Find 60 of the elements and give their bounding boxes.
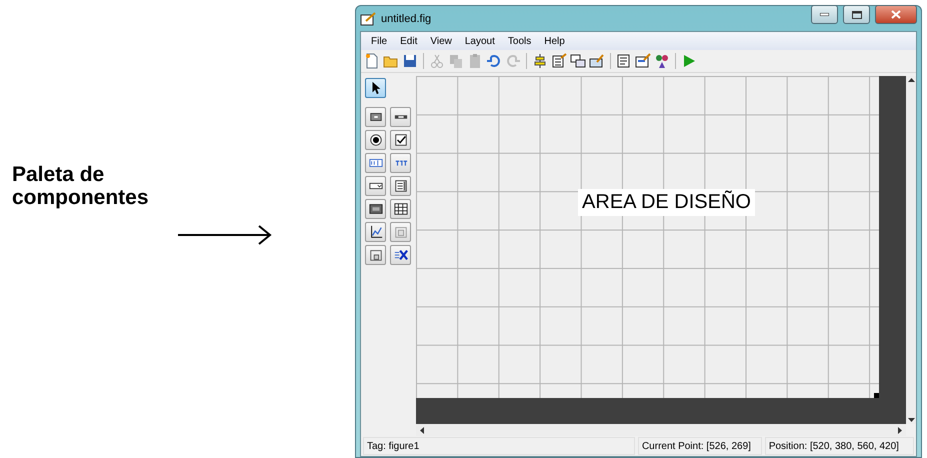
editor-icon[interactable] (616, 53, 632, 69)
palette-tool[interactable] (365, 78, 386, 98)
axes-icon (368, 225, 382, 239)
menu-item[interactable]: Layout (458, 36, 501, 46)
property-inspector-icon[interactable] (635, 53, 651, 69)
checkbox-icon (394, 133, 408, 147)
status-field: Tag: figure1 (363, 437, 635, 455)
palette-tool[interactable] (365, 130, 386, 150)
undo-icon[interactable] (486, 53, 502, 69)
activex-icon (394, 248, 408, 262)
palette-tool[interactable] (390, 107, 411, 127)
status-field: Position: [520, 380, 560, 420] (764, 437, 914, 455)
status-field: Current Point: [526, 269] (638, 437, 762, 455)
menu-item[interactable]: View (424, 36, 458, 46)
palette-tool[interactable] (390, 176, 411, 196)
close-icon (891, 10, 901, 19)
play-icon[interactable] (681, 53, 697, 69)
table-icon (394, 202, 408, 216)
minimize-icon (820, 13, 829, 16)
scroll-down-icon[interactable] (908, 418, 914, 422)
scroll-up-icon[interactable] (908, 78, 914, 82)
align-icon[interactable] (532, 53, 548, 69)
palette-tool[interactable] (390, 130, 411, 150)
push-button-icon (368, 110, 382, 124)
object-browser-icon[interactable] (654, 53, 670, 69)
menu-editor-icon[interactable] (551, 53, 567, 69)
button-group-icon (368, 248, 382, 262)
close-button[interactable] (875, 5, 917, 24)
edit-text-icon (368, 156, 382, 170)
menu-item[interactable]: File (365, 36, 394, 46)
tab-order-icon[interactable] (570, 53, 586, 69)
arrow-icon (177, 223, 273, 247)
figure-icon (360, 12, 376, 26)
palette-tool[interactable] (365, 245, 386, 265)
palette-tool[interactable] (365, 222, 386, 242)
annotation-label: Paleta de componentes (12, 163, 150, 209)
design-area-label: AREA DE DISEÑO (578, 189, 755, 216)
toggle-button-icon (368, 202, 382, 216)
radio-button-icon (368, 133, 382, 147)
palette-tool[interactable] (390, 245, 411, 265)
palette-tool[interactable] (390, 199, 411, 219)
window-title: untitled.fig (381, 12, 432, 24)
resize-handle[interactable] (874, 393, 879, 398)
menu-item[interactable]: Help (538, 36, 571, 46)
palette-tool[interactable] (365, 107, 386, 127)
menu-item[interactable]: Edit (394, 36, 424, 46)
scroll-right-icon[interactable] (898, 426, 902, 434)
menu-item[interactable]: Tools (502, 36, 538, 46)
new-file-icon[interactable] (364, 53, 380, 69)
panel-icon (394, 225, 408, 239)
maximize-button[interactable] (843, 5, 870, 24)
listbox-icon (394, 179, 408, 193)
maximize-icon (852, 10, 862, 18)
minimize-button[interactable] (811, 5, 838, 24)
palette-tool[interactable] (365, 176, 386, 196)
floppy-icon[interactable] (402, 53, 418, 69)
toolbar-editor-icon[interactable] (589, 53, 605, 69)
vertical-scrollbar[interactable] (906, 76, 916, 424)
scroll-left-icon[interactable] (420, 426, 424, 434)
palette-tool[interactable] (365, 199, 386, 219)
